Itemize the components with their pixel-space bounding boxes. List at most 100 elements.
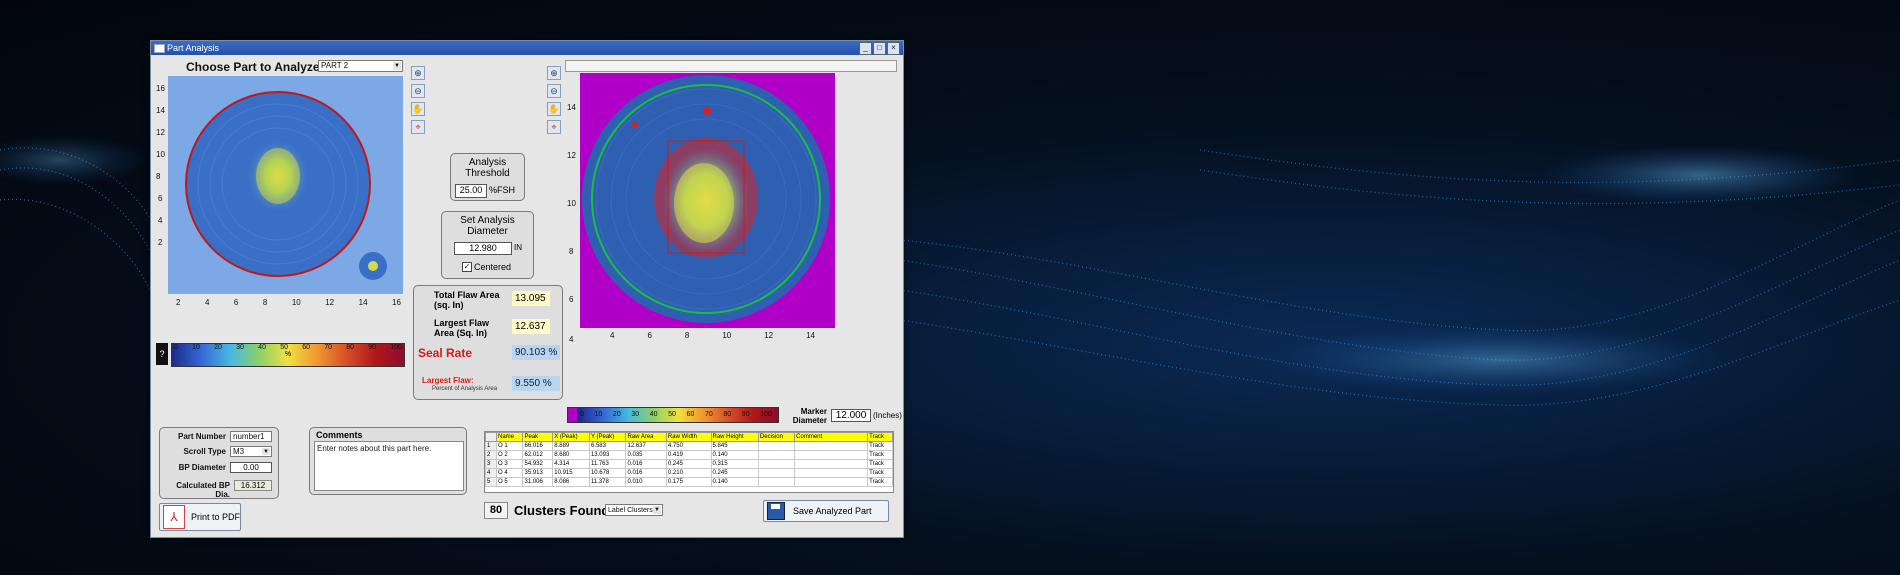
calc-bp-value: 16.312	[234, 480, 272, 491]
largest-flaw-label: Largest Flaw Area (Sq. In)	[434, 318, 490, 338]
help-button[interactable]: ?	[156, 343, 168, 365]
column-header[interactable]: Decision	[757, 432, 796, 442]
maximize-button[interactable]: □	[873, 42, 886, 55]
clusters-grid: Name Peak X (Peak) Y (Peak) Raw Area Raw…	[485, 432, 893, 487]
progress-bar	[565, 60, 897, 72]
pan-hand-icon[interactable]: ✋	[547, 102, 561, 116]
checkbox-icon: ✓	[462, 262, 472, 272]
table-cell	[794, 459, 869, 469]
table-cell: 0.315	[710, 459, 759, 469]
comments-panel: Comments Enter notes about this part her…	[309, 427, 467, 495]
clusters-table-body: 1O 1 66.016 8.889 6.583 12.637 4.750 5.845 Trac…	[485, 441, 893, 487]
column-header[interactable]: Comment	[794, 432, 869, 442]
scale-tick: 80	[723, 411, 732, 418]
crosshair-icon[interactable]: ⌖	[411, 120, 425, 134]
left-scan-panel: 16 14 12 10 8 6 4 2 2 4 6 8 10 12 14 16	[156, 76, 406, 341]
table-cell: 12.637	[625, 441, 667, 451]
table-cell: 0.035	[625, 450, 667, 460]
right-color-scale: 0 10 20 30 40 50 60 70 80 90 100	[567, 407, 779, 423]
table-cell: 0.245	[710, 468, 759, 478]
table-cell: 8.680	[552, 450, 590, 460]
zoom-out-icon[interactable]: ⊖	[411, 84, 425, 98]
column-header[interactable]: Name	[495, 432, 524, 442]
minimize-button[interactable]: _	[859, 42, 872, 55]
y-tick: 10	[156, 150, 165, 159]
part-number-input[interactable]: number1	[230, 431, 272, 442]
centered-checkbox[interactable]: ✓ Centered	[462, 262, 511, 272]
print-pdf-button[interactable]: ⅄ Print to PDF	[159, 503, 241, 531]
zoom-out-icon[interactable]: ⊖	[547, 84, 561, 98]
table-cell: 0.175	[665, 477, 712, 487]
part-select[interactable]: PART 2 ▼	[318, 60, 403, 72]
comments-textarea[interactable]: Enter notes about this part here.	[314, 441, 464, 491]
close-button[interactable]: ×	[887, 42, 900, 55]
scroll-type-select[interactable]: M3 ▼	[230, 446, 272, 457]
table-cell: 11.763	[588, 459, 627, 469]
threshold-input[interactable]: 25.00	[455, 184, 487, 198]
zoom-in-icon[interactable]: ⊕	[411, 66, 425, 80]
x-tick: 12	[764, 331, 774, 340]
save-analyzed-part-button[interactable]: Save Analyzed Part	[763, 500, 889, 522]
scale-unit: %	[284, 351, 292, 358]
table-cell	[757, 450, 796, 460]
print-pdf-label: Print to PDF	[191, 512, 241, 522]
table-cell: 5	[485, 477, 497, 487]
choose-part-label: Choose Part to Analyze:	[186, 60, 324, 74]
table-cell: 0.245	[665, 459, 712, 469]
clusters-table[interactable]: Name Peak X (Peak) Y (Peak) Raw Area Raw…	[484, 431, 894, 493]
diameter-input[interactable]: 12.980	[454, 242, 512, 255]
table-cell: 8.086	[552, 477, 590, 487]
title-bar: Part Analysis _ □ ×	[151, 41, 903, 55]
table-row[interactable]: 1O 1 66.016 8.889 6.583 12.637 4.750 5.845 Trac…	[485, 441, 893, 451]
pan-hand-icon[interactable]: ✋	[411, 102, 425, 116]
bp-diameter-input[interactable]: 0.00	[230, 462, 272, 473]
marker-input[interactable]: 12.000	[831, 409, 871, 422]
table-row[interactable]: 4O 4 35.913 10.915 10.678 0.016 0.210 0.245 Tra…	[485, 468, 893, 478]
clusters-found-label: Clusters Found	[514, 503, 610, 518]
table-cell: Track	[867, 468, 893, 478]
x-tick: 8	[262, 298, 268, 307]
x-tick: 16	[392, 298, 401, 307]
column-header[interactable]: Raw Height	[710, 432, 759, 442]
diameter-unit: IN	[514, 243, 522, 252]
scale-tick: 90	[741, 411, 750, 418]
table-cell: 0.016	[625, 468, 667, 478]
column-header[interactable]: Track	[867, 432, 893, 442]
scale-tick: 40	[258, 344, 266, 351]
part-info-panel: Part Number number1 Scroll Type M3 ▼ BP …	[159, 427, 279, 499]
diameter-title: Set Analysis Diameter	[460, 215, 515, 237]
column-header[interactable]: Y (Peak)	[588, 432, 627, 442]
y-tick: 4	[569, 335, 574, 344]
table-row[interactable]: 5O 5 31.006 8.086 11.378 0.010 0.175 0.140 Trac…	[485, 477, 893, 487]
table-cell: 62.012	[522, 450, 554, 460]
column-header[interactable]: Peak	[522, 432, 554, 442]
largest-pct-value: 9.550 %	[512, 376, 560, 391]
column-header[interactable]: Raw Area	[625, 432, 667, 442]
bp-diameter-label: BP Diameter	[178, 463, 226, 472]
table-cell: 1	[485, 441, 497, 451]
table-row[interactable]: 3O 3 54.932 4.314 11.763 0.016 0.245 0.315 Trac…	[485, 459, 893, 469]
column-header[interactable]	[485, 432, 497, 442]
right-scan-image	[580, 73, 835, 328]
table-cell: 10.678	[588, 468, 627, 478]
x-tick: 8	[684, 331, 690, 340]
pdf-icon: ⅄	[163, 505, 185, 529]
left-y-axis: 16 14 12 10 8 6 4 2	[156, 76, 166, 276]
scale-tick: 0	[174, 344, 178, 351]
table-row[interactable]: 2O 2 62.012 8.680 13.093 0.035 0.419 0.140 Trac…	[485, 450, 893, 460]
zoom-in-icon[interactable]: ⊕	[547, 66, 561, 80]
crosshair-icon[interactable]: ⌖	[547, 120, 561, 134]
results-panel: Total Flaw Area (sq. In) 13.095 Largest …	[413, 285, 563, 400]
scale-tick: 70	[324, 344, 333, 351]
table-cell: 0.140	[710, 477, 759, 487]
column-header[interactable]: Raw Width	[665, 432, 712, 442]
label-clusters-select[interactable]: Label Clusters ▼	[605, 504, 663, 516]
column-header[interactable]: X (Peak)	[552, 432, 590, 442]
table-cell: Track	[867, 477, 893, 487]
left-x-axis: 2 4 6 8 10 12 14 16	[176, 298, 401, 307]
total-flaw-label: Total Flaw Area (sq. In)	[434, 290, 500, 310]
x-tick: 10	[722, 331, 732, 340]
scale-tick: 0	[580, 411, 584, 418]
scale-tick: 50	[280, 344, 288, 351]
right-tool-column: ⊕ ⊖ ✋ ⌖	[547, 66, 561, 134]
